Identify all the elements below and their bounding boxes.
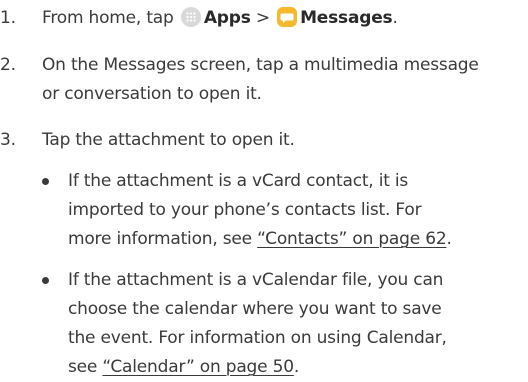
step-text: On the Messages screen, tap a multimedia… [42,51,526,109]
apps-grid-icon [180,7,201,27]
text-line: see [68,357,103,377]
separator: > [250,8,276,28]
step-1-pre: From home, tap [42,8,179,28]
bullet-text: If the attachment is a vCalendar file, y… [68,266,526,382]
text-line: or conversation to open it. [42,84,262,104]
text-line: If the attachment is a vCard contact, it… [68,171,409,191]
text-line: . [293,357,300,377]
text-line: Tap the attachment to open it. [42,130,295,150]
text-line: more information, see [68,229,258,249]
text-line: If the attachment is a vCalendar file, y… [68,270,444,290]
messages-icon [277,7,298,27]
step-1-post: . [392,8,398,28]
text-line: choose the calendar where you want to sa… [68,299,442,319]
step-number: 1. [0,8,16,28]
calendar-page-link[interactable]: “Calendar” on page 50 [102,357,294,377]
apps-label: Apps [203,8,251,28]
messages-label: Messages [300,8,393,28]
text-line: On the Messages screen, tap a multimedia… [42,55,479,75]
text-line: the event. For information on using Cale… [68,328,447,348]
step-text: Tap the attachment to open it. [42,126,526,155]
text-line: . [446,229,452,249]
bullet-dot [42,178,49,185]
contacts-page-link[interactable]: “Contacts” on page 62 [257,229,446,249]
bullet-dot [42,277,49,284]
bullet-text: If the attachment is a vCard contact, it… [68,167,526,254]
text-line: imported to your phone’s contacts list. … [68,200,422,220]
step-number: 3. [0,130,16,150]
step-text: From home, tap Apps > Messages. [42,4,526,33]
step-number: 2. [0,55,16,75]
instructions: 1. From home, tap Apps > Messages. 2. On… [0,0,528,379]
